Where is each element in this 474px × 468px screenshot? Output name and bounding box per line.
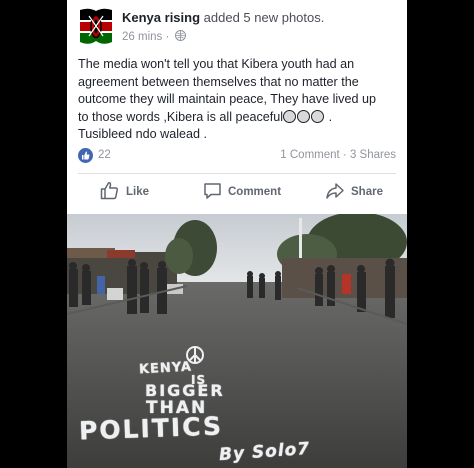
author-line: Kenya rising added 5 new photos. bbox=[122, 10, 324, 25]
share-count[interactable]: 3 Shares bbox=[350, 149, 396, 161]
post-text-line-emoji: to those words ,Kibera is all peaceful . bbox=[78, 109, 403, 127]
action-bar: Like Comment Share bbox=[67, 178, 407, 206]
road-text-politics: POLITICS bbox=[78, 411, 224, 446]
globe-icon bbox=[174, 30, 186, 41]
share-button[interactable]: Share bbox=[325, 178, 383, 206]
stats-separator: · bbox=[342, 149, 347, 161]
road-text-kenya: KENYA bbox=[138, 359, 193, 378]
like-label: Like bbox=[126, 186, 150, 198]
post-text-line: The media won't tell you that Kibera you… bbox=[78, 57, 355, 71]
post-text: The media won't tell you that Kibera you… bbox=[78, 56, 403, 144]
comment-button[interactable]: Comment bbox=[203, 178, 281, 206]
meta-separator: · bbox=[165, 31, 170, 43]
share-label: Share bbox=[351, 186, 383, 198]
comment-label: Comment bbox=[228, 186, 282, 198]
post-photo[interactable]: KENYA IS BIGGER THAN POLITICS By Solo7 bbox=[67, 214, 407, 468]
kenya-flag-avatar[interactable] bbox=[77, 6, 115, 46]
post-text-line: outcome they will maintain peace, They h… bbox=[78, 92, 376, 107]
like-count[interactable]: 22 bbox=[98, 149, 111, 161]
share-icon bbox=[325, 182, 345, 203]
post-action: added 5 new photos. bbox=[203, 10, 325, 25]
post-text-line: Tusibleed ndo walead . bbox=[78, 127, 208, 142]
like-reaction-icon[interactable] bbox=[78, 148, 93, 163]
facebook-post: Kenya rising added 5 new photos. 26 mins… bbox=[67, 0, 407, 468]
post-meta: 26 mins · bbox=[122, 30, 186, 43]
post-text-line-end: . bbox=[328, 109, 333, 124]
author-name[interactable]: Kenya rising bbox=[122, 10, 200, 25]
post-timestamp[interactable]: 26 mins bbox=[122, 31, 162, 43]
divider bbox=[78, 173, 396, 174]
thumbs-up-icon bbox=[100, 181, 120, 203]
comments-shares: 1 Comment · 3 Shares bbox=[280, 149, 396, 161]
emoji-icon bbox=[297, 109, 311, 123]
post-text-line: to those words ,Kibera is all peaceful bbox=[78, 109, 284, 124]
emoji-icon bbox=[283, 109, 297, 123]
post-text-line: agreement between themselves that no mat… bbox=[78, 74, 359, 89]
post-header: Kenya rising added 5 new photos. 26 mins… bbox=[67, 0, 407, 50]
like-button[interactable]: Like bbox=[100, 178, 149, 206]
post-stats: 22 1 Comment · 3 Shares bbox=[78, 148, 396, 164]
comment-icon bbox=[203, 182, 222, 203]
comment-count[interactable]: 1 Comment bbox=[280, 149, 339, 161]
emoji-icon bbox=[311, 109, 325, 123]
